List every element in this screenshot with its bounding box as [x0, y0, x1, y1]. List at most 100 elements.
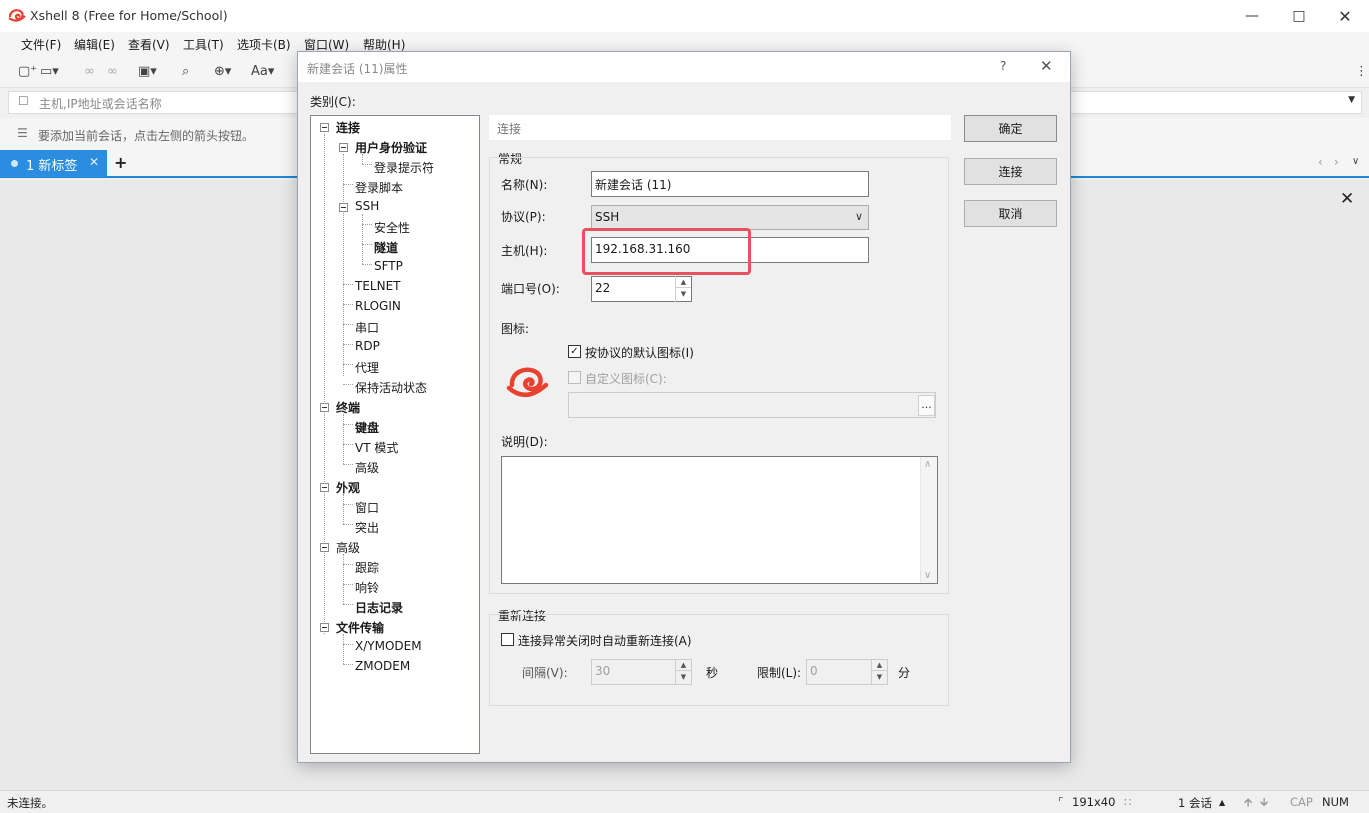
port-input[interactable]: 22 ▲ ▼	[591, 276, 692, 302]
session-properties-dialog: 新建会话 (11)属性 ? ✕ 类别(C): 连接 用户身份验证 登录提示符 登…	[297, 51, 1071, 763]
tree-toggle-file-transfer[interactable]	[320, 623, 329, 632]
port-spinner[interactable]: ▲ ▼	[675, 276, 691, 302]
tree-item-highlight[interactable]: 突出	[355, 519, 379, 536]
tree-item-user-auth[interactable]: 用户身份验证	[355, 139, 427, 156]
spin-up-icon[interactable]: ▲	[676, 276, 691, 288]
close-window-icon[interactable]: ✕	[1322, 0, 1368, 32]
add-tab-icon[interactable]: +	[114, 153, 127, 172]
interval-input: 30 ▲ ▼	[591, 659, 692, 685]
session-count[interactable]: 1 会话	[1178, 795, 1212, 811]
scroll-up-icon[interactable]: 🡱	[1244, 795, 1252, 813]
tree-item-ssh[interactable]: SSH	[355, 199, 379, 213]
spin-up-icon: ▲	[676, 659, 691, 671]
address-dropdown-icon[interactable]: ▼	[1348, 95, 1355, 105]
tree-item-rdp[interactable]: RDP	[355, 339, 380, 353]
title-bar: Xshell 8 (Free for Home/School) — □ ✕	[0, 0, 1369, 32]
scroll-up-arrow-icon[interactable]: ∧	[924, 459, 931, 470]
tab-scroll-right-icon[interactable]: ›	[1334, 155, 1339, 169]
tree-item-bell[interactable]: 响铃	[355, 579, 379, 596]
cancel-button[interactable]: 取消	[964, 200, 1057, 227]
tree-item-sftp[interactable]: SFTP	[374, 259, 403, 273]
tree-item-serial[interactable]: 串口	[355, 319, 379, 336]
address-input[interactable]: 主机,IP地址或会话名称	[39, 95, 162, 112]
tree-toggle-terminal[interactable]	[320, 403, 329, 412]
scroll-down-arrow-icon[interactable]: ∨	[924, 570, 931, 581]
tree-item-login-prompt[interactable]: 登录提示符	[374, 159, 434, 176]
category-label: 类别(C):	[310, 95, 356, 109]
tree-item-zmodem[interactable]: ZMODEM	[355, 659, 410, 673]
browse-icon-button[interactable]: ...	[918, 395, 935, 416]
globe-icon[interactable]: ⊕▾	[214, 64, 231, 79]
scroll-down-icon[interactable]: 🡳	[1260, 795, 1268, 813]
link-icon[interactable]: ∞	[107, 64, 118, 79]
tab-close-icon[interactable]: ✕	[89, 155, 99, 169]
caps-lock-indicator: CAP	[1290, 795, 1313, 809]
tree-item-login-script[interactable]: 登录脚本	[355, 179, 403, 196]
tree-toggle-appearance[interactable]	[320, 483, 329, 492]
tree-item-logging[interactable]: 日志记录	[355, 599, 403, 616]
xshell-logo-icon	[8, 9, 26, 22]
maximize-icon[interactable]: □	[1276, 0, 1322, 32]
description-scrollbar[interactable]: ∧ ∨	[920, 457, 937, 583]
tree-item-vt-mode[interactable]: VT 模式	[355, 439, 398, 456]
tab-new[interactable]: 1 新标签 ✕	[0, 150, 107, 177]
font-icon[interactable]: Aa▾	[251, 64, 274, 79]
page-header: 连接	[489, 115, 951, 140]
spin-down-icon: ▼	[876, 673, 883, 681]
toolbar-overflow-icon[interactable]: ⋮	[1355, 64, 1368, 79]
name-label: 名称(N):	[501, 178, 548, 192]
tree-item-advanced[interactable]: 高级	[336, 539, 360, 556]
menu-edit[interactable]: 编辑(E)	[74, 36, 115, 53]
tree-item-keyboard[interactable]: 键盘	[355, 419, 379, 436]
menu-tabs[interactable]: 选项卡(B)	[237, 36, 291, 53]
session-menu-icon[interactable]: ▲	[1219, 798, 1225, 807]
tree-item-window[interactable]: 窗口	[355, 499, 379, 516]
open-folder-icon[interactable]: ▭▾	[40, 64, 59, 79]
close-panel-icon[interactable]: ✕	[1340, 189, 1354, 209]
link-disconnect-icon[interactable]: ∞	[84, 64, 95, 79]
auto-reconnect-checkbox[interactable]	[501, 633, 514, 646]
menu-view[interactable]: 查看(V)	[128, 36, 170, 53]
help-icon[interactable]: ?	[1000, 59, 1006, 73]
session-manager-icon[interactable]: ▣▾	[138, 64, 157, 79]
connect-button[interactable]: 连接	[964, 158, 1057, 185]
custom-icon-checkbox[interactable]	[568, 371, 581, 384]
menu-file[interactable]: 文件(F)	[21, 36, 61, 53]
protocol-select[interactable]: SSH ∨	[591, 205, 869, 230]
tree-toggle-ssh[interactable]	[339, 203, 348, 212]
tree-item-rlogin[interactable]: RLOGIN	[355, 299, 401, 313]
tree-item-terminal[interactable]: 终端	[336, 399, 360, 416]
minimize-icon[interactable]: —	[1229, 0, 1275, 32]
name-input[interactable]: 新建会话 (11)	[591, 171, 869, 197]
tree-toggle-connection[interactable]	[320, 123, 329, 132]
tree-item-security[interactable]: 安全性	[374, 219, 410, 236]
ok-button[interactable]: 确定	[964, 115, 1057, 142]
tree-item-connection[interactable]: 连接	[336, 119, 360, 136]
tree-item-xymodem[interactable]: X/YMODEM	[355, 639, 422, 653]
new-session-icon[interactable]: ▢⁺	[18, 64, 37, 79]
interval-value: 30	[595, 664, 611, 678]
default-icon-checkbox[interactable]: ✓	[568, 345, 581, 358]
search-icon[interactable]: ⌕	[182, 64, 189, 79]
dialog-close-icon[interactable]: ✕	[1040, 57, 1053, 75]
tree-toggle-auth[interactable]	[339, 143, 348, 152]
tree-item-file-transfer[interactable]: 文件传输	[336, 619, 384, 636]
tree-item-telnet[interactable]: TELNET	[355, 279, 401, 293]
tree-toggle-advanced[interactable]	[320, 543, 329, 552]
spin-down-icon[interactable]: ▼	[676, 288, 691, 300]
auto-reconnect-label: 连接异常关闭时自动重新连接(A)	[518, 634, 692, 648]
tab-list-icon[interactable]: ∨	[1352, 156, 1359, 167]
status-bar: 未连接。 ⌜ 191x40 ∷ 1 会话 ▲ 🡱 🡳 CAP NUM	[0, 790, 1369, 813]
add-session-icon[interactable]: ☰	[17, 126, 28, 140]
description-textarea[interactable]: ∧ ∨	[501, 456, 938, 584]
menu-tools[interactable]: 工具(T)	[183, 36, 224, 53]
tree-item-keepalive[interactable]: 保持活动状态	[355, 379, 427, 396]
icon-label: 图标:	[501, 322, 530, 336]
tree-item-appearance[interactable]: 外观	[336, 479, 360, 496]
tab-scroll-left-icon[interactable]: ‹	[1318, 155, 1323, 169]
tree-item-terminal-advanced[interactable]: 高级	[355, 459, 379, 476]
tree-item-proxy[interactable]: 代理	[355, 359, 379, 376]
tree-item-tunnel[interactable]: 隧道	[374, 239, 398, 256]
tree-item-trace[interactable]: 跟踪	[355, 559, 379, 576]
tab-label: 1 新标签	[26, 159, 78, 174]
